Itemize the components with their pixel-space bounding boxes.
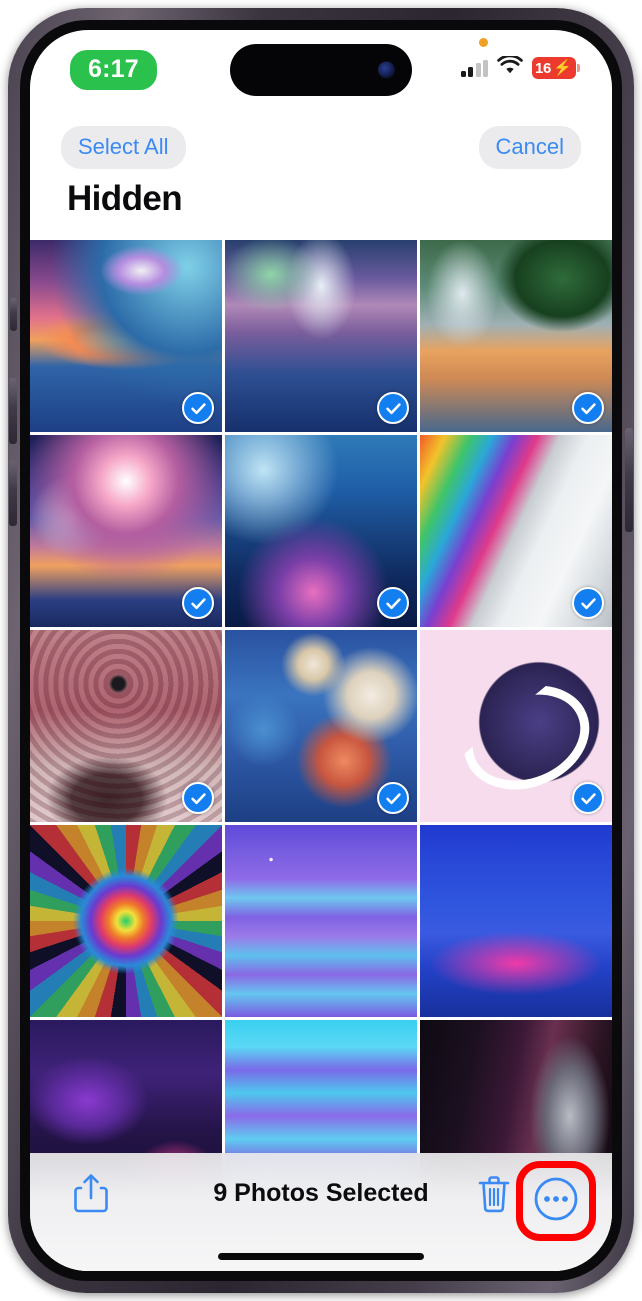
delete-button[interactable] — [476, 1173, 512, 1215]
phone-frame: 6:17 16 ⚡ Select All Cancel Hidden 9 Pho… — [8, 8, 634, 1293]
page-title: Hidden — [67, 179, 183, 218]
photo-thumbnail[interactable] — [420, 630, 612, 822]
photo-thumbnail[interactable] — [420, 435, 612, 627]
battery-level: 16 — [535, 59, 552, 77]
photo-thumbnail[interactable] — [225, 435, 417, 627]
photo-grid[interactable] — [30, 240, 612, 1271]
selection-status: 9 Photos Selected — [213, 1179, 429, 1207]
home-indicator[interactable] — [218, 1253, 424, 1260]
share-icon — [74, 1174, 108, 1213]
ellipsis-circle-icon — [534, 1177, 578, 1221]
share-button[interactable] — [72, 1171, 110, 1215]
photo-thumbnail[interactable] — [225, 630, 417, 822]
selected-check-icon — [572, 587, 604, 619]
cancel-button[interactable]: Cancel — [478, 126, 581, 169]
selected-check-icon — [182, 782, 214, 814]
navigation-bar: Select All Cancel Hidden — [30, 112, 612, 240]
status-indicators: 16 ⚡ — [460, 54, 580, 80]
photo-image — [420, 825, 612, 1017]
selected-check-icon — [572, 782, 604, 814]
battery-icon: 16 ⚡ — [532, 57, 580, 79]
charging-bolt-icon: ⚡ — [553, 59, 572, 77]
selected-check-icon — [182, 392, 214, 424]
photo-thumbnail[interactable] — [30, 435, 222, 627]
photo-thumbnail[interactable] — [420, 240, 612, 432]
status-time: 6:17 — [70, 50, 157, 90]
cellular-bars-icon — [460, 59, 488, 77]
photo-thumbnail[interactable] — [225, 240, 417, 432]
selected-check-icon — [377, 587, 409, 619]
selected-check-icon — [182, 587, 214, 619]
wifi-icon — [497, 54, 523, 80]
selected-check-icon — [572, 392, 604, 424]
trash-icon — [478, 1176, 510, 1213]
mute-switch[interactable] — [10, 298, 17, 331]
privacy-indicator-icon — [479, 38, 488, 47]
selected-check-icon — [377, 782, 409, 814]
photo-thumbnail[interactable] — [30, 240, 222, 432]
photo-thumbnail[interactable] — [225, 825, 417, 1017]
photo-image — [30, 825, 222, 1017]
photo-image — [225, 825, 417, 1017]
volume-up-button[interactable] — [9, 378, 17, 444]
volume-down-button[interactable] — [9, 460, 17, 526]
dynamic-island — [230, 44, 412, 96]
front-camera-icon — [378, 61, 395, 79]
phone-screen: 6:17 16 ⚡ Select All Cancel Hidden 9 Pho… — [30, 30, 612, 1271]
power-button[interactable] — [625, 428, 633, 532]
photo-thumbnail[interactable] — [30, 630, 222, 822]
more-options-button[interactable] — [532, 1175, 580, 1223]
select-all-button[interactable]: Select All — [61, 126, 186, 169]
photo-thumbnail[interactable] — [420, 825, 612, 1017]
photo-thumbnail[interactable] — [30, 825, 222, 1017]
selected-check-icon — [377, 392, 409, 424]
